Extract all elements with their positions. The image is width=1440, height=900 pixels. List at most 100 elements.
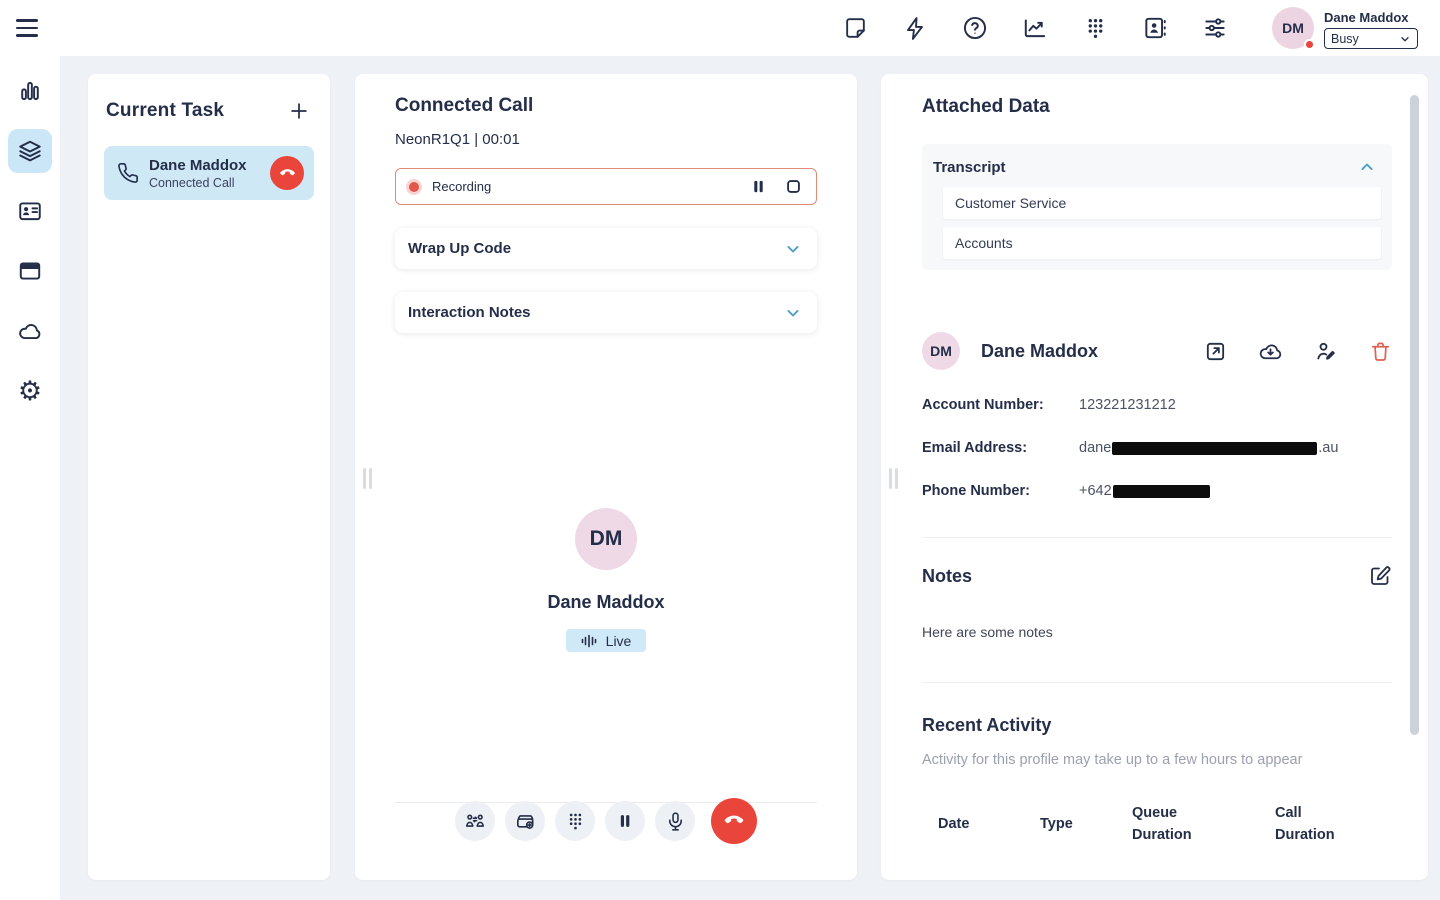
column-header: Type	[1040, 813, 1132, 835]
panel-resize-handle[interactable]	[889, 468, 898, 489]
sidebar-item-settings[interactable]: ⚙	[8, 369, 52, 413]
redaction-bar	[1113, 485, 1210, 498]
attached-data-title: Attached Data	[922, 96, 1392, 118]
pause-icon	[748, 176, 769, 197]
pause-icon	[615, 811, 635, 831]
edit-contact-icon	[1314, 339, 1338, 363]
delete-contact-button[interactable]	[1369, 340, 1392, 363]
account-number-value: 123221231212	[1079, 397, 1176, 413]
waveform-icon	[581, 634, 598, 648]
collapse-transcript-button[interactable]	[1355, 155, 1379, 179]
status-select[interactable]: Busy	[1324, 28, 1418, 49]
status-select-value: Busy	[1331, 32, 1359, 46]
edit-notes-button[interactable]	[1368, 564, 1392, 588]
user-name: Dane Maddox	[1324, 10, 1418, 25]
field-label: Email Address:	[922, 440, 1079, 456]
topbar-icon-group	[842, 15, 1228, 41]
phone-value: +642	[1079, 483, 1211, 499]
left-nav-rail: ⚙	[0, 56, 60, 900]
voicemail-icon	[514, 810, 537, 833]
recent-activity-title: Recent Activity	[922, 715, 1392, 736]
task-contact-name: Dane Maddox	[149, 157, 270, 174]
settings-gear-icon: ⚙	[18, 378, 42, 405]
sidebar-item-analytics[interactable]	[8, 69, 52, 113]
hold-button[interactable]	[605, 801, 645, 841]
id-card-icon	[17, 198, 43, 224]
recent-activity-table-header: Date Type Queue Duration Call Duration	[922, 802, 1392, 847]
divider	[922, 537, 1392, 538]
avatar[interactable]: DM	[1272, 7, 1314, 49]
edit-contact-button[interactable]	[1314, 339, 1338, 363]
contact-name: Dane Maddox	[981, 341, 1204, 362]
recording-label: Recording	[432, 179, 748, 194]
lightning-icon[interactable]	[902, 15, 928, 41]
transcript-item[interactable]: Accounts	[943, 227, 1381, 259]
mute-button[interactable]	[655, 801, 695, 841]
help-icon[interactable]	[962, 15, 988, 41]
contacts-icon[interactable]	[1142, 15, 1168, 41]
wrap-up-code-accordion[interactable]: Wrap Up Code	[395, 228, 817, 269]
open-in-new-icon	[1204, 340, 1227, 363]
panel-resize-handle[interactable]	[363, 468, 372, 489]
column-header: Call Duration	[1275, 802, 1357, 847]
recent-activity-subtitle: Activity for this profile may take up to…	[922, 752, 1392, 768]
status-dot	[1304, 39, 1315, 50]
end-call-button[interactable]	[270, 156, 304, 190]
transcript-title: Transcript	[933, 159, 1006, 176]
accordion-label: Interaction Notes	[408, 304, 531, 321]
chevron-down-icon	[1399, 33, 1411, 45]
user-block: DM Dane Maddox Busy	[1272, 7, 1418, 49]
redaction-bar	[1112, 442, 1317, 455]
connected-call-panel: Connected Call NeonR1Q1 | 00:01 Recordin…	[355, 74, 857, 880]
end-call-button[interactable]	[711, 798, 757, 844]
note-icon[interactable]	[842, 15, 868, 41]
pause-recording-button[interactable]	[748, 176, 769, 197]
column-header: Queue Duration	[1132, 802, 1214, 847]
notes-content: Here are some notes	[922, 624, 1392, 640]
preferences-icon[interactable]	[1202, 15, 1228, 41]
field-label: Phone Number:	[922, 483, 1079, 499]
email-prefix: dane	[1079, 440, 1111, 456]
contact-field-row: Phone Number: +642	[922, 483, 1392, 499]
contact-field-row: Email Address: dane .au	[922, 440, 1392, 456]
download-contact-button[interactable]	[1258, 339, 1283, 364]
dialpad-icon[interactable]	[1082, 15, 1108, 41]
email-value: dane .au	[1079, 440, 1338, 456]
menu-icon[interactable]	[16, 13, 46, 43]
stop-recording-button[interactable]	[783, 176, 804, 197]
transcript-item[interactable]: Customer Service	[943, 187, 1381, 219]
recording-dot-icon	[409, 182, 419, 192]
avatar-initials: DM	[1282, 20, 1304, 36]
avatar-initials: DM	[930, 343, 952, 359]
voicemail-button[interactable]	[505, 801, 545, 841]
chevron-down-icon	[783, 303, 803, 323]
divider	[922, 682, 1392, 683]
sidebar-item-contacts[interactable]	[8, 189, 52, 233]
email-suffix: .au	[1318, 440, 1338, 456]
task-list-item[interactable]: Dane Maddox Connected Call	[104, 146, 314, 200]
top-bar: DM Dane Maddox Busy	[0, 0, 1440, 56]
open-in-new-button[interactable]	[1204, 340, 1227, 363]
field-label: Account Number:	[922, 397, 1079, 413]
contact-field-row: Account Number: 123221231212	[922, 397, 1392, 413]
sidebar-item-windows[interactable]	[8, 249, 52, 293]
analytics-icon[interactable]	[1022, 15, 1048, 41]
add-task-button[interactable]	[286, 98, 312, 124]
call-contact-block: DM Dane Maddox Live	[355, 508, 857, 652]
task-type-label: Connected Call	[149, 176, 270, 190]
cloud-icon	[17, 318, 43, 344]
sidebar-item-tasks[interactable]	[8, 129, 52, 173]
notes-title: Notes	[922, 566, 972, 587]
sidebar-item-cloud[interactable]	[8, 309, 52, 353]
dialpad-button[interactable]	[555, 801, 595, 841]
avatar: DM	[922, 332, 960, 370]
interaction-notes-accordion[interactable]: Interaction Notes	[395, 292, 817, 333]
transfer-button[interactable]	[455, 801, 495, 841]
scrollbar[interactable]	[1410, 95, 1419, 735]
call-contact-name: Dane Maddox	[547, 592, 664, 613]
avatar-initials: DM	[590, 527, 623, 551]
bar-chart-icon	[17, 78, 43, 104]
transcript-section: Transcript Customer Service Accounts	[922, 144, 1392, 270]
call-queue-and-timer: NeonR1Q1 | 00:01	[395, 131, 817, 148]
phone-down-icon	[278, 164, 297, 183]
